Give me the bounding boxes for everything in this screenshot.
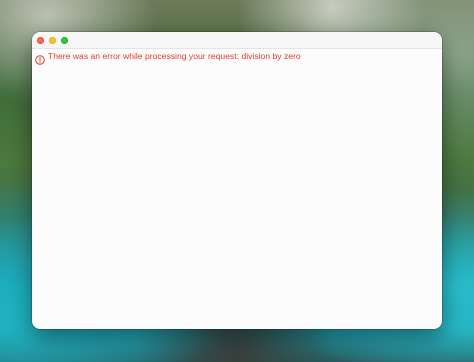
close-window-button[interactable] (37, 37, 44, 44)
exclamation-circle-icon (35, 52, 45, 65)
maximize-window-button[interactable] (61, 37, 68, 44)
error-text: There was an error while processing your… (48, 51, 301, 61)
minimize-window-button[interactable] (49, 37, 56, 44)
app-window: There was an error while processing your… (32, 32, 442, 329)
error-message: There was an error while processing your… (35, 51, 301, 65)
title-bar[interactable] (32, 32, 442, 49)
